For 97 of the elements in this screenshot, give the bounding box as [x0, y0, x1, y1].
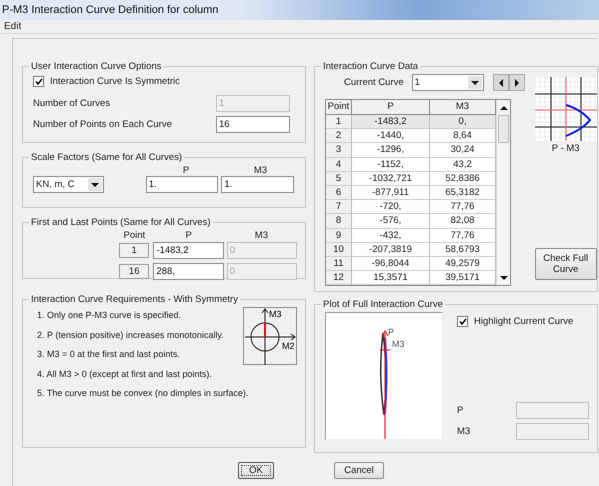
- field-label: Number of Curves: [33, 98, 112, 109]
- table-cell[interactable]: 0,: [430, 115, 496, 130]
- checkbox[interactable]: [33, 76, 44, 87]
- field-label: Current Curve: [344, 77, 404, 88]
- column-header: M3: [254, 230, 269, 241]
- requirement-text: 5. The curve must be convex (no dimples in surface).: [37, 388, 250, 398]
- check-curve-button[interactable]: Check Full Curve: [534, 248, 597, 280]
- column-header: P: [184, 230, 193, 241]
- cancel-button[interactable]: Cancel: [334, 462, 384, 479]
- scroll-up-icon: [500, 106, 508, 110]
- column-header: P: [182, 165, 190, 176]
- curve-dropdown[interactable]: 1: [412, 74, 484, 91]
- column-header: Point: [326, 100, 352, 115]
- requirement-text: 3. M3 = 0 at the first and last points.: [37, 349, 181, 360]
- input-field[interactable]: 1.: [146, 176, 218, 193]
- table-cell[interactable]: -207,3819: [352, 242, 430, 257]
- point-number: 16: [119, 264, 150, 279]
- axis-label: M2: [282, 341, 295, 351]
- chart-caption: P - M3: [550, 143, 581, 154]
- field-label: P: [457, 405, 464, 416]
- table-cell[interactable]: -1152,: [352, 158, 430, 172]
- requirement-text: 2. P (tension positive) increases monotonically.: [37, 330, 225, 340]
- table-cell[interactable]: 30,24: [430, 143, 496, 158]
- table-cell[interactable]: 58,6793: [430, 242, 496, 257]
- table-cell[interactable]: -1440,: [352, 129, 430, 144]
- requirement-text: 4. All M3 > 0 (except at first and last points).: [37, 369, 213, 379]
- row-number: 4: [326, 158, 352, 172]
- right-arrow-icon: [514, 78, 519, 86]
- field-label: Number of Points on Each Curve: [33, 119, 173, 130]
- table-cell[interactable]: 82,08: [430, 214, 496, 228]
- dropdown-arrow-icon: [90, 182, 99, 186]
- row-number: 3: [326, 143, 352, 158]
- row-number: 6: [326, 186, 352, 200]
- table-cell[interactable]: -96,8044: [352, 256, 430, 272]
- table-cell[interactable]: 15,3571: [352, 271, 430, 286]
- table-cell[interactable]: 77,76: [430, 228, 496, 243]
- point-number: 1: [119, 243, 150, 258]
- column-header: M3: [430, 100, 496, 115]
- row-number: 5: [326, 172, 352, 186]
- table-cell[interactable]: 52,8386: [430, 172, 496, 186]
- table-cell[interactable]: 77,76: [430, 200, 496, 214]
- menu-item[interactable]: Edit: [4, 21, 22, 32]
- scroll-thumb[interactable]: [498, 115, 509, 143]
- dropdown-arrow-icon: [470, 80, 479, 84]
- group-title: User Interaction Curve Options: [30, 61, 162, 72]
- left-arrow-icon: [498, 78, 503, 86]
- table-cell[interactable]: -432,: [352, 228, 430, 243]
- table-cell[interactable]: -877,911: [352, 186, 430, 200]
- input-field[interactable]: -1483,2: [153, 242, 224, 259]
- requirement-text: 1. Only one P-M3 curve is specified.: [37, 310, 182, 321]
- input-field: 0: [226, 242, 297, 259]
- interaction-diagram-drawing: [243, 307, 297, 366]
- row-number: 2: [326, 129, 352, 144]
- curve-preview-drawing: [534, 77, 597, 141]
- table-cell[interactable]: 43,2: [430, 158, 496, 172]
- checkbox[interactable]: [457, 316, 468, 327]
- scrollbar[interactable]: [496, 100, 510, 286]
- row-number: 8: [326, 214, 352, 228]
- table-cell[interactable]: 8,64: [430, 129, 496, 144]
- axis-label: M3: [269, 309, 282, 319]
- table-cell[interactable]: -1032,721: [352, 172, 430, 186]
- table-cell[interactable]: 39,5171: [430, 271, 496, 286]
- column-header: P: [352, 100, 430, 115]
- ok-button[interactable]: OK: [238, 462, 274, 479]
- group-title: Interaction Curve Requirements - With Symmetry: [30, 294, 239, 305]
- field-label: M3: [457, 426, 470, 437]
- table-cell[interactable]: 49,2579: [430, 256, 496, 272]
- window-title: P-M3 Interaction Curve Definition for column: [2, 4, 218, 16]
- checkbox-label: Interaction Curve Is Symmetric: [50, 76, 180, 87]
- table-cell[interactable]: -1483,2: [352, 115, 430, 130]
- row-number: 9: [326, 228, 352, 243]
- axis-label: M3: [392, 339, 405, 349]
- group-title: First and Last Points (Same for All Curves): [30, 217, 212, 228]
- table-cell[interactable]: -720,: [352, 200, 430, 214]
- checkbox-label: Highlight Current Curve: [474, 316, 574, 327]
- table-cell[interactable]: -576,: [352, 214, 430, 228]
- scroll-down-icon: [500, 276, 508, 280]
- row-number: 7: [326, 200, 352, 214]
- input-field[interactable]: 288,: [153, 263, 224, 280]
- next-button[interactable]: [508, 74, 525, 91]
- input-field: 0: [226, 263, 297, 280]
- row-number: 1: [326, 115, 352, 130]
- previous-button[interactable]: [492, 74, 509, 91]
- input-field[interactable]: 16: [216, 116, 290, 133]
- group-title: Interaction Curve Data: [322, 61, 420, 72]
- table-cell[interactable]: 65,3182: [430, 186, 496, 200]
- row-number: 11: [326, 256, 352, 272]
- row-number: 12: [326, 271, 352, 286]
- axis-label: P: [388, 327, 394, 337]
- column-header: Point: [122, 230, 146, 241]
- group-title: Plot of Full Interaction Curve: [322, 299, 444, 310]
- table-cell[interactable]: -1296,: [352, 143, 430, 158]
- input-field[interactable]: 1.: [221, 176, 294, 193]
- column-header: M3: [252, 165, 268, 176]
- row-number: 10: [326, 242, 352, 257]
- group-title: Scale Factors (Same for All Curves): [30, 152, 183, 163]
- units-dropdown[interactable]: KN, m, C: [33, 176, 104, 193]
